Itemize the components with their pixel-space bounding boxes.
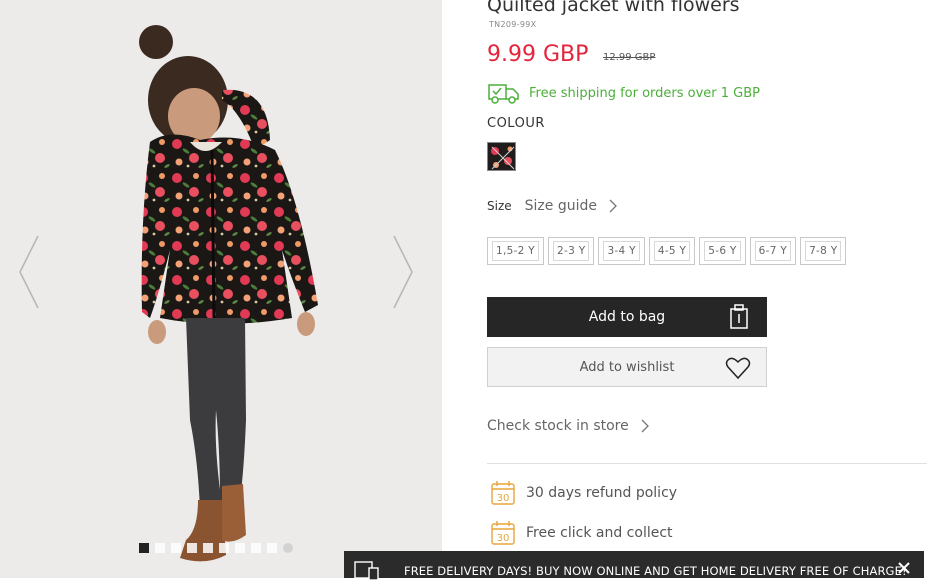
add-to-wishlist-label: Add to wishlist [579, 359, 675, 375]
chevron-right-icon [609, 199, 617, 213]
next-image-arrow-icon[interactable] [388, 232, 418, 312]
product-sku: TN209-99X [489, 20, 537, 29]
divider [487, 463, 927, 464]
click-and-collect-text: Free click and collect [526, 525, 673, 541]
gallery-dot[interactable] [203, 543, 213, 553]
size-option[interactable]: 7-8 Y [800, 237, 847, 265]
product-photo [139, 25, 318, 562]
chevron-right-icon [641, 419, 649, 433]
previous-image-arrow-icon[interactable] [14, 232, 44, 312]
check-stock-link[interactable]: Check stock in store [487, 418, 649, 434]
product-gallery [0, 0, 442, 578]
size-options: 1,5-2 Y 2-3 Y 3-4 Y 4-5 Y 5-6 Y 6-7 Y 7-… [487, 237, 847, 265]
size-option[interactable]: 2-3 Y [548, 237, 595, 265]
size-option[interactable]: 6-7 Y [749, 237, 797, 265]
gallery-dot[interactable] [155, 543, 165, 553]
gallery-dot[interactable] [267, 543, 277, 553]
gallery-dot[interactable] [235, 543, 245, 553]
gallery-dot[interactable] [283, 543, 293, 553]
add-to-bag-label: Add to bag [588, 309, 666, 325]
size-row: Size Size guide [487, 198, 617, 214]
add-to-wishlist-button[interactable]: Add to wishlist [487, 347, 767, 387]
refund-policy-text: 30 days refund policy [526, 485, 678, 501]
product-title: Quilted jacket with flowers [487, 0, 740, 16]
size-option-label: 5-6 Y [704, 241, 741, 261]
size-option[interactable]: 5-6 Y [699, 237, 746, 265]
banner-text: FREE DELIVERY DAYS! BUY NOW ONLINE AND G… [404, 564, 907, 578]
size-option[interactable]: 4-5 Y [648, 237, 696, 265]
gallery-pagination [139, 543, 293, 553]
colour-swatch[interactable] [487, 142, 516, 171]
add-to-bag-button[interactable]: Add to bag [487, 297, 767, 337]
size-label: Size [487, 199, 512, 213]
free-shipping-info: Free shipping for orders over 1 GBP [487, 80, 760, 106]
size-option-label: 1,5-2 Y [492, 241, 540, 261]
size-option[interactable]: 3-4 Y [598, 237, 645, 265]
product-old-price: 12.99 GBP [603, 52, 656, 63]
calendar-number: 30 [497, 533, 510, 544]
gallery-dot[interactable] [219, 543, 229, 553]
heart-icon [725, 357, 751, 380]
calendar-icon: 30 [491, 481, 515, 505]
gallery-dot[interactable] [171, 543, 181, 553]
product-details: Quilted jacket with flowers TN209-99X 9.… [487, 0, 927, 578]
size-option-label: 3-4 Y [603, 241, 640, 261]
floral-pattern-swatch-icon [488, 143, 515, 170]
click-and-collect-info: 30 Free click and collect [490, 520, 673, 546]
shopping-bag-icon [730, 304, 748, 329]
size-option-label: 7-8 Y [805, 241, 842, 261]
product-price: 9.99 GBP [487, 42, 589, 67]
calendar-number: 30 [497, 493, 510, 504]
size-guide-link[interactable]: Size guide [525, 198, 597, 214]
colour-label: COLOUR [487, 116, 545, 131]
gallery-dot[interactable] [187, 543, 197, 553]
devices-icon [354, 561, 379, 580]
close-icon[interactable] [898, 562, 910, 574]
calendar-icon: 30 [491, 521, 515, 545]
delivery-truck-icon [488, 84, 519, 104]
refund-policy-info: 30 30 days refund policy [490, 480, 677, 506]
free-delivery-banner: FREE DELIVERY DAYS! BUY NOW ONLINE AND G… [344, 551, 924, 580]
gallery-dot[interactable] [251, 543, 261, 553]
size-option-label: 6-7 Y [754, 241, 792, 261]
size-option-label: 4-5 Y [653, 241, 691, 261]
check-stock-label: Check stock in store [487, 418, 629, 434]
size-option-label: 2-3 Y [553, 241, 590, 261]
free-shipping-text: Free shipping for orders over 1 GBP [529, 85, 761, 101]
size-option[interactable]: 1,5-2 Y [487, 237, 545, 265]
gallery-dot[interactable] [139, 543, 149, 553]
